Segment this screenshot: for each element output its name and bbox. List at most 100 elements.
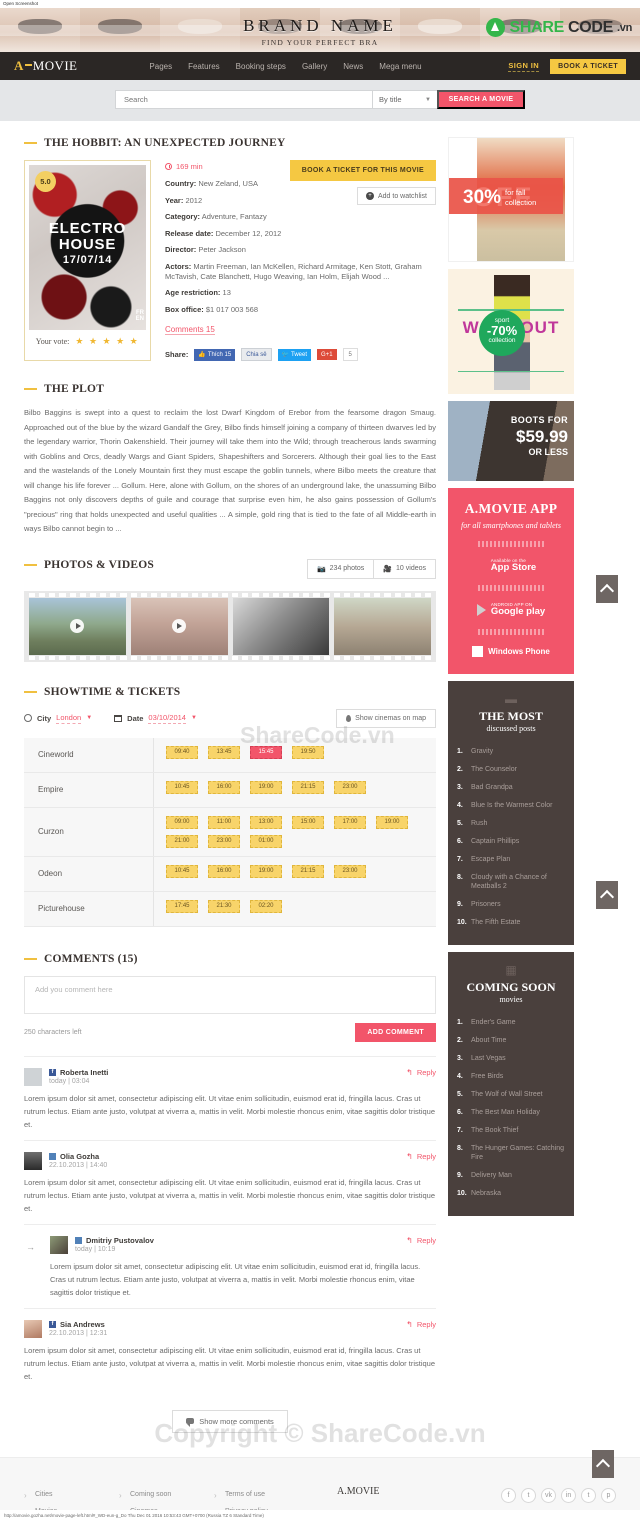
nav-item-gallery[interactable]: Gallery (302, 62, 327, 71)
list-item[interactable]: 10. Nebraska (457, 1184, 565, 1202)
list-item[interactable]: 8. Cloudy with a Chance of Meatballs 2 (457, 868, 565, 895)
list-item[interactable]: 2. About Time (457, 1031, 565, 1049)
sidebar-ad-workout[interactable]: WORKOUT sport -70% collection (448, 269, 574, 394)
list-item[interactable]: 1. Ender's Game (457, 1013, 565, 1031)
showtime-ticket[interactable]: 13:00 (250, 815, 282, 829)
footer-link-coming-soon[interactable]: Coming soon (119, 1486, 214, 1503)
showtime-ticket[interactable]: 19:00 (250, 864, 282, 878)
date-filter[interactable]: Date 03/10/2014 ▼ (114, 713, 197, 724)
list-item[interactable]: 9. Prisoners (457, 895, 565, 913)
google-plus-button[interactable]: G+1 (317, 349, 337, 360)
list-item[interactable]: 4. Blue Is the Warmest Color (457, 796, 565, 814)
scroll-top-button[interactable] (596, 575, 618, 603)
showtime-ticket[interactable]: 17:45 (166, 899, 198, 913)
twitter-tweet-button[interactable]: 🐦 Tweet (277, 348, 312, 361)
app-store-button[interactable]: Available on the App Store (456, 556, 566, 575)
sidebar-ad-boots[interactable]: BOOTS FOR $59.99 OR LESS (448, 401, 574, 481)
list-item[interactable]: 6. Captain Phillips (457, 832, 565, 850)
showtime-ticket[interactable]: 16:00 (208, 864, 240, 878)
showtime-ticket-selected[interactable]: 15:45 (250, 745, 282, 759)
pinterest-icon[interactable]: p (601, 1487, 616, 1503)
showtime-ticket[interactable]: 21:15 (292, 864, 324, 878)
comments-anchor-link[interactable]: Comments 15 (165, 325, 215, 335)
instagram-icon[interactable]: in (561, 1487, 576, 1503)
list-item[interactable]: 8. The Hunger Games: Catching Fire (457, 1139, 565, 1166)
showtime-ticket[interactable]: 21:00 (166, 834, 198, 848)
show-more-comments-button[interactable]: Show more comments (172, 1409, 288, 1433)
list-item[interactable]: 5. Rush (457, 814, 565, 832)
vk-icon[interactable]: vk (541, 1487, 556, 1503)
city-filter[interactable]: City London ▼ (24, 713, 92, 724)
list-item[interactable]: 3. Last Vegas (457, 1049, 565, 1067)
list-item[interactable]: 9. Delivery Man (457, 1166, 565, 1184)
movie-poster-image[interactable]: 5.0 ELECTRO HOUSE 17/07/14 FR EN (29, 165, 146, 330)
showtime-ticket[interactable]: 16:00 (208, 780, 240, 794)
list-item[interactable]: 3. Bad Grandpa (457, 778, 565, 796)
twitter-icon[interactable]: t (521, 1487, 536, 1503)
list-item[interactable]: 1. Gravity (457, 742, 565, 760)
reply-button[interactable]: ↰ Reply (406, 1152, 436, 1161)
gallery-item-photo-2[interactable] (334, 597, 431, 655)
showtime-ticket[interactable]: 19:50 (292, 745, 324, 759)
facebook-icon[interactable]: f (501, 1487, 516, 1503)
tab-photos[interactable]: 📷 234 photos (306, 558, 375, 579)
showtime-ticket[interactable]: 15:00 (292, 815, 324, 829)
showtime-ticket[interactable]: 23:00 (334, 780, 366, 794)
showtime-ticket[interactable]: 10:45 (166, 864, 198, 878)
add-to-watchlist-button[interactable]: + Add to watchlist (356, 187, 436, 205)
list-item[interactable]: 2. The Counselor (457, 760, 565, 778)
showtime-ticket[interactable]: 10:45 (166, 780, 198, 794)
top-banner-ad[interactable]: BRAND NAME FIND YOUR PERFECT BRA SHARE CO… (0, 8, 640, 52)
windows-phone-button[interactable]: Windows Phone (456, 644, 566, 659)
showtime-ticket[interactable]: 23:00 (334, 864, 366, 878)
comment-input[interactable]: Add you comment here (24, 975, 436, 1014)
search-filter-select[interactable]: By title ▼ (372, 90, 437, 109)
list-item[interactable]: 5. The Wolf of Wall Street (457, 1085, 565, 1103)
facebook-like-button[interactable]: 👍 Thích 15 (194, 348, 236, 361)
nav-item-features[interactable]: Features (188, 62, 220, 71)
nav-item-booking-steps[interactable]: Booking steps (236, 62, 286, 71)
site-logo[interactable]: A MOVIE (14, 58, 77, 74)
showtime-ticket[interactable]: 21:15 (292, 780, 324, 794)
list-item[interactable]: 4. Free Birds (457, 1067, 565, 1085)
scroll-top-button[interactable] (592, 1450, 614, 1478)
sidebar-ad-fall-collection[interactable]: OFF 30% for fall collection (448, 137, 574, 262)
showtime-ticket[interactable]: 09:00 (166, 815, 198, 829)
reply-button[interactable]: ↰ Reply (406, 1320, 436, 1329)
google-play-button[interactable]: ANDROID APP ON Google play (456, 600, 566, 619)
search-movie-button[interactable]: SEARCH A MOVIE (437, 90, 525, 109)
search-input[interactable] (115, 90, 372, 109)
vote-stars[interactable]: ★ ★ ★ ★ ★ (75, 336, 139, 347)
reply-button[interactable]: ↰ Reply (406, 1236, 436, 1245)
list-item[interactable]: 6. The Best Man Holiday (457, 1103, 565, 1121)
scroll-top-button[interactable] (596, 881, 618, 909)
gallery-item-video-1[interactable] (29, 597, 126, 655)
facebook-share-button[interactable]: Chia sẻ (241, 348, 272, 361)
nav-item-news[interactable]: News (343, 62, 363, 71)
show-cinemas-on-map-button[interactable]: Show cinemas on map (336, 708, 436, 728)
list-item[interactable]: 7. The Book Thief (457, 1121, 565, 1139)
showtime-ticket[interactable]: 23:00 (208, 834, 240, 848)
showtime-ticket[interactable]: 21:30 (208, 899, 240, 913)
book-ticket-for-movie-button[interactable]: BOOK A TICKET FOR THIS MOVIE (289, 160, 436, 181)
list-item[interactable]: 7. Escape Plan (457, 850, 565, 868)
tumblr-icon[interactable]: t (581, 1487, 596, 1503)
add-comment-button[interactable]: ADD COMMENT (355, 1022, 436, 1042)
footer-link-terms-of-use[interactable]: Terms of use (214, 1486, 309, 1503)
showtime-ticket[interactable]: 19:00 (376, 815, 408, 829)
book-a-ticket-button[interactable]: BOOK A TICKET (550, 58, 626, 74)
gallery-item-video-2[interactable] (130, 597, 228, 655)
showtime-ticket[interactable]: 13:45 (208, 745, 240, 759)
showtime-ticket[interactable]: 11:00 (208, 815, 240, 829)
showtime-ticket[interactable]: 19:00 (250, 780, 282, 794)
gallery-item-photo-1[interactable] (232, 597, 330, 655)
nav-item-mega-menu[interactable]: Mega menu (379, 62, 421, 71)
footer-link-cities[interactable]: Cities (24, 1486, 119, 1503)
tab-videos[interactable]: 🎥 10 videos (374, 558, 436, 579)
showtime-ticket[interactable]: 09:40 (166, 745, 198, 759)
showtime-ticket[interactable]: 17:00 (334, 815, 366, 829)
reply-button[interactable]: ↰ Reply (406, 1068, 436, 1077)
showtime-ticket[interactable]: 01:00 (250, 834, 282, 848)
showtime-ticket[interactable]: 02:20 (250, 899, 282, 913)
sign-in-link[interactable]: SIGN IN (508, 61, 540, 72)
